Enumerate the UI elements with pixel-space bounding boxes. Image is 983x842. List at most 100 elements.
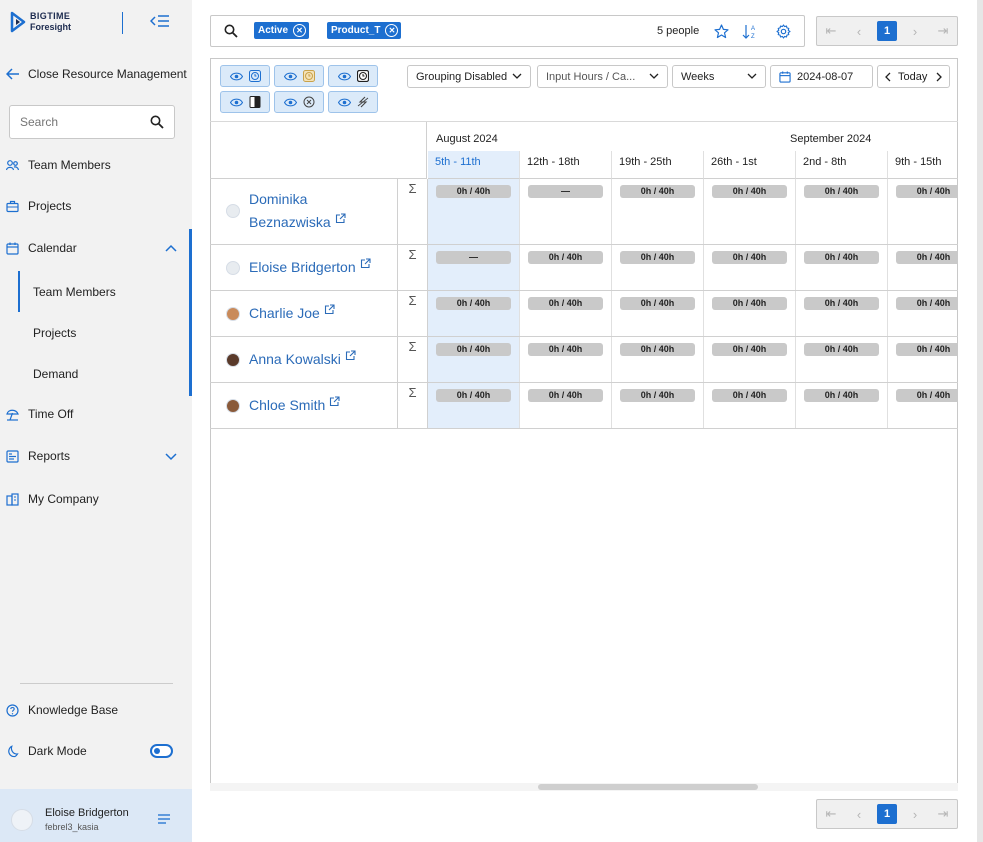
week-cell[interactable]: 0h / 40h: [428, 179, 520, 244]
remove-filter-icon[interactable]: ✕: [293, 24, 307, 37]
week-cell[interactable]: —: [428, 245, 520, 290]
hours-pill[interactable]: 0h / 40h: [804, 343, 879, 356]
hours-pill[interactable]: 0h / 40h: [804, 185, 879, 198]
hours-pill[interactable]: 0h / 40h: [712, 343, 787, 356]
hours-pill[interactable]: 0h / 40h: [896, 297, 958, 310]
external-link-icon[interactable]: [324, 304, 335, 315]
person-name-link[interactable]: Chloe Smith: [249, 394, 340, 417]
last-page-button[interactable]: ⇥: [929, 806, 957, 822]
hours-pill[interactable]: 0h / 40h: [436, 343, 511, 356]
hours-pill[interactable]: 0h / 40h: [804, 251, 879, 264]
week-cell[interactable]: 0h / 40h: [796, 245, 888, 290]
close-resource-management-link[interactable]: Close Resource Management: [6, 67, 187, 81]
horizontal-scrollbar[interactable]: [210, 783, 958, 791]
hours-pill[interactable]: 0h / 40h: [436, 185, 511, 198]
week-cell[interactable]: 0h / 40h: [888, 383, 958, 428]
scrollbar-thumb[interactable]: [538, 784, 758, 790]
hours-pill[interactable]: 0h / 40h: [712, 251, 787, 264]
hours-pill[interactable]: 0h / 40h: [436, 389, 511, 402]
week-cell[interactable]: 0h / 40h: [428, 383, 520, 428]
hours-pill[interactable]: 0h / 40h: [528, 297, 603, 310]
sort-az-icon[interactable]: AZ: [742, 24, 758, 39]
week-cell[interactable]: 0h / 40h: [428, 337, 520, 382]
search-icon[interactable]: [150, 115, 164, 129]
week-cell[interactable]: 0h / 40h: [796, 383, 888, 428]
hours-pill[interactable]: 0h / 40h: [620, 251, 695, 264]
toggle-show-approved[interactable]: [328, 65, 378, 87]
hours-pill[interactable]: 0h / 40h: [620, 185, 695, 198]
week-header[interactable]: 26th - 1st: [704, 151, 796, 179]
week-cell[interactable]: 0h / 40h: [704, 291, 796, 336]
week-cell[interactable]: —: [520, 179, 612, 244]
row-total-sigma[interactable]: Σ: [398, 383, 428, 428]
date-picker[interactable]: 2024-08-07: [770, 65, 873, 88]
next-page-button[interactable]: ›: [901, 24, 929, 39]
toggle-show-overtime[interactable]: [328, 91, 378, 113]
hours-pill[interactable]: 0h / 40h: [528, 343, 603, 356]
prev-page-button[interactable]: ‹: [845, 807, 873, 822]
hours-pill[interactable]: 0h / 40h: [712, 389, 787, 402]
star-icon[interactable]: [714, 24, 729, 39]
week-cell[interactable]: 0h / 40h: [796, 179, 888, 244]
hours-pill[interactable]: —: [436, 251, 511, 264]
sidebar-item-my-company[interactable]: My Company: [6, 492, 99, 506]
calendar-sub-team-members[interactable]: Team Members: [33, 285, 116, 299]
hours-pill[interactable]: 0h / 40h: [528, 251, 603, 264]
week-cell[interactable]: 0h / 40h: [612, 337, 704, 382]
chevron-left-icon[interactable]: [884, 72, 891, 82]
hours-pill[interactable]: 0h / 40h: [528, 389, 603, 402]
week-cell[interactable]: 0h / 40h: [520, 383, 612, 428]
row-total-sigma[interactable]: Σ: [398, 245, 428, 290]
external-link-icon[interactable]: [329, 396, 340, 407]
prev-page-button[interactable]: ‹: [845, 24, 873, 39]
person-name-link[interactable]: Dominika Beznazwiska: [249, 188, 346, 234]
chevron-up-icon[interactable]: [165, 244, 177, 252]
scale-select[interactable]: Weeks: [672, 65, 766, 88]
week-cell[interactable]: 0h / 40h: [612, 179, 704, 244]
hours-pill[interactable]: 0h / 40h: [896, 185, 958, 198]
external-link-icon[interactable]: [360, 258, 371, 269]
hours-pill[interactable]: —: [528, 185, 603, 198]
app-logo[interactable]: BIGTIME Foresight: [10, 11, 71, 33]
week-cell[interactable]: 0h / 40h: [704, 245, 796, 290]
toggle-show-time-off[interactable]: [220, 91, 270, 113]
hours-pill[interactable]: 0h / 40h: [804, 389, 879, 402]
week-cell[interactable]: 0h / 40h: [520, 291, 612, 336]
person-name-link[interactable]: Anna Kowalski: [249, 348, 356, 371]
hours-pill[interactable]: 0h / 40h: [620, 389, 695, 402]
week-header[interactable]: 9th - 15th: [888, 151, 958, 179]
chevron-down-icon[interactable]: [165, 453, 177, 461]
today-button[interactable]: Today: [898, 71, 927, 83]
user-menu-icon[interactable]: [158, 814, 170, 824]
external-link-icon[interactable]: [345, 350, 356, 361]
week-cell[interactable]: 0h / 40h: [704, 337, 796, 382]
current-page[interactable]: 1: [877, 21, 897, 41]
hours-pill[interactable]: 0h / 40h: [620, 343, 695, 356]
week-cell[interactable]: 0h / 40h: [520, 245, 612, 290]
week-cell[interactable]: 0h / 40h: [888, 245, 958, 290]
sidebar-item-team-members[interactable]: Team Members: [6, 158, 111, 172]
grouping-select[interactable]: Grouping Disabled: [407, 65, 531, 88]
week-cell[interactable]: 0h / 40h: [796, 291, 888, 336]
hours-pill[interactable]: 0h / 40h: [620, 297, 695, 310]
chevron-right-icon[interactable]: [936, 72, 943, 82]
week-cell[interactable]: 0h / 40h: [888, 291, 958, 336]
sidebar-search[interactable]: [9, 105, 175, 139]
input-mode-select[interactable]: Input Hours / Ca...: [537, 65, 668, 88]
remove-filter-icon[interactable]: ✕: [385, 24, 399, 37]
hours-pill[interactable]: 0h / 40h: [712, 297, 787, 310]
first-page-button[interactable]: ⇤: [817, 806, 845, 822]
person-name-link[interactable]: Charlie Joe: [249, 302, 335, 325]
vertical-scrollbar[interactable]: [977, 0, 983, 842]
collapse-sidebar-button[interactable]: [150, 13, 170, 29]
hours-pill[interactable]: 0h / 40h: [896, 389, 958, 402]
sidebar-search-input[interactable]: [20, 115, 140, 129]
week-header[interactable]: 5th - 11th: [428, 151, 520, 179]
week-cell[interactable]: 0h / 40h: [612, 245, 704, 290]
sidebar-item-reports[interactable]: Reports: [6, 449, 70, 463]
settings-gear-icon[interactable]: [776, 24, 791, 39]
sidebar-item-calendar[interactable]: Calendar: [6, 241, 77, 255]
week-cell[interactable]: 0h / 40h: [428, 291, 520, 336]
sidebar-item-time-off[interactable]: Time Off: [6, 407, 73, 421]
week-cell[interactable]: 0h / 40h: [796, 337, 888, 382]
